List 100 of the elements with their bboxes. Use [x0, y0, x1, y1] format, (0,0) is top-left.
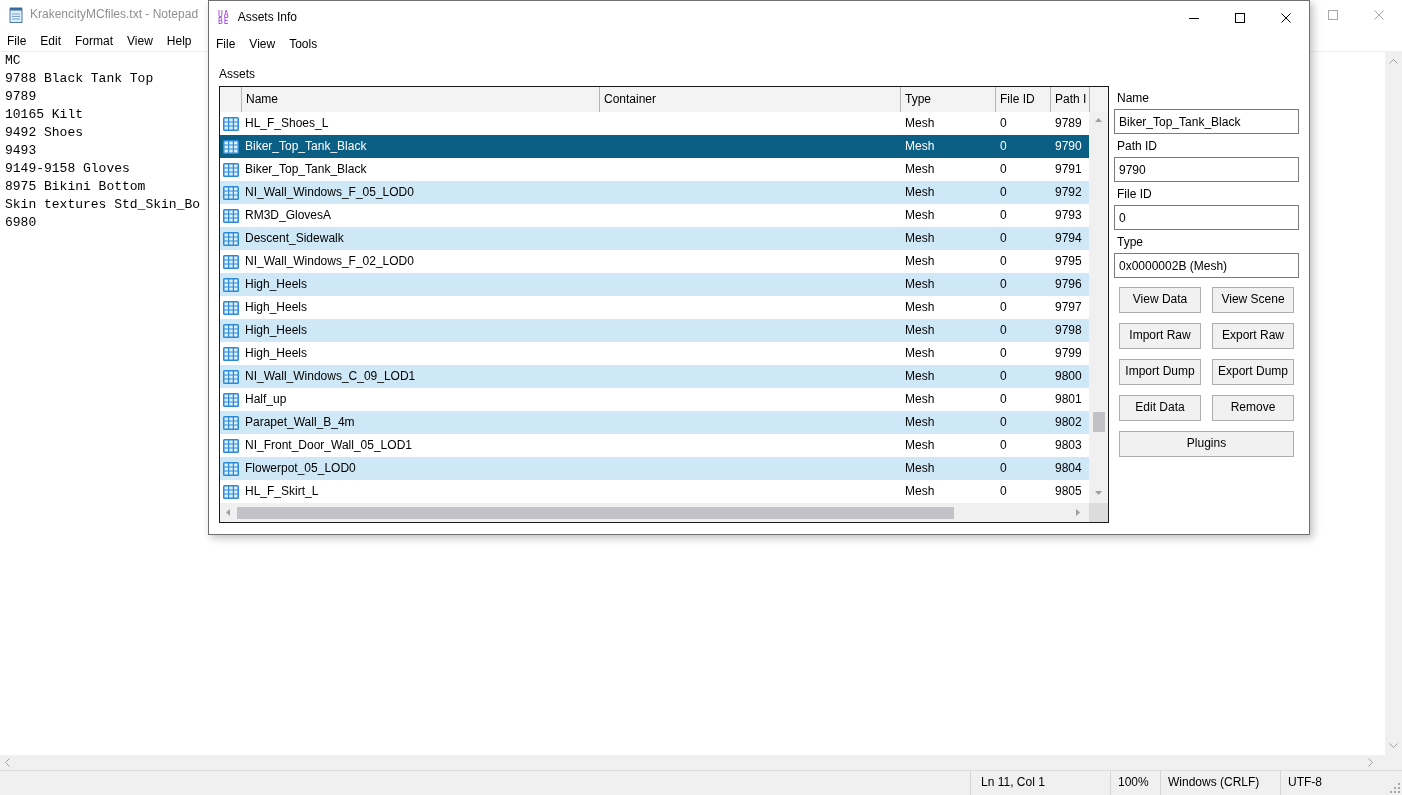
action-button[interactable]: View Scene	[1212, 287, 1294, 313]
maximize-icon	[1235, 12, 1245, 23]
path-id-cell-text: 9803	[1054, 436, 1083, 454]
close-icon	[1374, 10, 1384, 20]
table-row[interactable]: High_Heels Mesh 0 9798	[220, 319, 1089, 342]
chevron-right-icon[interactable]	[1368, 758, 1373, 767]
name-cell-text: Descent_Sidewalk	[244, 229, 345, 247]
grid-icon	[222, 392, 239, 407]
scrollbar-thumb[interactable]	[1092, 412, 1105, 432]
menu-item[interactable]: Format	[68, 31, 121, 50]
type-cell-text: Mesh	[904, 459, 936, 477]
menu-item[interactable]: View	[242, 34, 283, 53]
menu-item[interactable]: File	[0, 31, 34, 50]
file-id-cell-text: 0	[999, 482, 1008, 500]
table-row[interactable]: High_Heels Mesh 0 9796	[220, 273, 1089, 296]
path-id-cell-text: 9798	[1054, 321, 1083, 339]
menu-item[interactable]: Tools	[282, 34, 325, 53]
path-id-cell-text: 9791	[1054, 160, 1083, 178]
triangle-up-icon[interactable]	[1095, 118, 1102, 122]
type-cell-text: Mesh	[904, 114, 936, 132]
scrollbar-corner	[1089, 503, 1108, 522]
table-row[interactable]: Descent_Sidewalk Mesh 0 9794	[220, 227, 1089, 250]
table-row[interactable]: Biker_Top_Tank_Black Mesh 0 9790	[220, 135, 1089, 158]
text-line: 6980	[5, 214, 37, 232]
action-button[interactable]: Import Dump	[1119, 359, 1201, 385]
type-cell-text: Mesh	[904, 275, 936, 293]
menu-item[interactable]: File	[209, 34, 243, 53]
vertical-scrollbar[interactable]	[1089, 112, 1108, 503]
name-cell-text: Flowerpot_05_LOD0	[244, 459, 357, 477]
text-line: 10165 Kilt	[5, 106, 83, 124]
text-line: 9789	[5, 88, 37, 106]
path-id-cell-text: 9805	[1054, 482, 1083, 500]
window-title: Assets Info	[237, 9, 297, 26]
grid-icon	[222, 300, 239, 315]
file-id-cell-text: 0	[999, 137, 1008, 155]
file-id-cell-text: 0	[999, 459, 1008, 477]
name-cell-text: Biker_Top_Tank_Black	[244, 160, 368, 178]
triangle-left-icon[interactable]	[226, 509, 230, 516]
field-label: Type	[1116, 234, 1143, 250]
table-row[interactable]: NI_Wall_Windows_C_09_LOD1 Mesh 0 9800	[220, 365, 1089, 388]
table-row[interactable]: Flowerpot_05_LOD0 Mesh 0 9804	[220, 457, 1089, 480]
type-cell-text: Mesh	[904, 206, 936, 224]
chevron-up-icon[interactable]	[1389, 59, 1398, 64]
action-button[interactable]: View Data	[1119, 287, 1201, 313]
action-button[interactable]: Export Raw	[1212, 323, 1294, 349]
horizontal-scrollbar[interactable]	[220, 503, 1089, 522]
name-cell-text: High_Heels	[244, 298, 309, 316]
horizontal-scrollbar[interactable]	[0, 755, 1385, 770]
grid-icon	[222, 461, 239, 476]
type-cell-text: Mesh	[904, 321, 936, 339]
type-cell-text: Mesh	[904, 344, 936, 362]
input-field[interactable]: Biker_Top_Tank_Black	[1114, 109, 1299, 134]
grid-icon	[222, 323, 239, 338]
input-field[interactable]: 0	[1114, 205, 1299, 230]
app-logo: UA BE	[218, 10, 230, 25]
name-cell-text: High_Heels	[244, 275, 309, 293]
name-cell-text: NI_Wall_Windows_F_02_LOD0	[244, 252, 415, 270]
file-id-cell-text: 0	[999, 436, 1008, 454]
action-button[interactable]: Remove	[1212, 395, 1294, 421]
file-id-cell-text: 0	[999, 298, 1008, 316]
input-field[interactable]: 0x0000002B (Mesh)	[1114, 253, 1299, 278]
field-label: Name	[1116, 90, 1149, 106]
table-row[interactable]: NI_Wall_Windows_F_05_LOD0 Mesh 0 9792	[220, 181, 1089, 204]
text-line: MC	[5, 52, 21, 70]
action-button[interactable]: Import Raw	[1119, 323, 1201, 349]
path-id-cell-text: 9790	[1054, 137, 1083, 155]
triangle-down-icon[interactable]	[1095, 491, 1102, 495]
grid-icon	[222, 346, 239, 361]
type-cell-text: Mesh	[904, 413, 936, 431]
name-cell-text: NI_Wall_Windows_F_05_LOD0	[244, 183, 415, 201]
grid-icon	[222, 208, 239, 223]
resize-grip-icon[interactable]	[1390, 783, 1400, 793]
chevron-left-icon[interactable]	[5, 758, 10, 767]
file-id-cell-text: 0	[999, 413, 1008, 431]
close-icon	[1281, 12, 1291, 23]
status-text: UTF-8	[1288, 775, 1322, 791]
type-cell-text: Mesh	[904, 482, 936, 500]
file-id-cell-text: 0	[999, 390, 1008, 408]
action-button[interactable]: Export Dump	[1212, 359, 1294, 385]
action-button[interactable]: Plugins	[1119, 431, 1294, 457]
menu-item[interactable]: Edit	[33, 31, 69, 50]
vertical-scrollbar[interactable]	[1385, 52, 1402, 755]
type-cell-text: Mesh	[904, 436, 936, 454]
status-text: Ln 11, Col 1	[981, 775, 1045, 791]
path-id-cell-text: 9793	[1054, 206, 1083, 224]
scrollbar-thumb[interactable]	[237, 506, 954, 519]
triangle-right-icon[interactable]	[1076, 509, 1080, 516]
file-id-cell-text: 0	[999, 206, 1008, 224]
input-field[interactable]: 9790	[1114, 157, 1299, 182]
grid-icon	[222, 231, 239, 246]
action-button[interactable]: Edit Data	[1119, 395, 1201, 421]
menu-item[interactable]: View	[120, 31, 160, 50]
file-id-cell-text: 0	[999, 344, 1008, 362]
name-cell-text: High_Heels	[244, 321, 309, 339]
table-row[interactable]: Parapet_Wall_B_4m Mesh 0 9802	[220, 411, 1089, 434]
menu-item[interactable]: Help	[159, 31, 199, 50]
maximize-icon	[1328, 10, 1338, 20]
text-line: 9493	[5, 142, 37, 160]
name-cell-text: HL_F_Skirt_L	[244, 482, 320, 500]
chevron-down-icon[interactable]	[1389, 743, 1398, 748]
